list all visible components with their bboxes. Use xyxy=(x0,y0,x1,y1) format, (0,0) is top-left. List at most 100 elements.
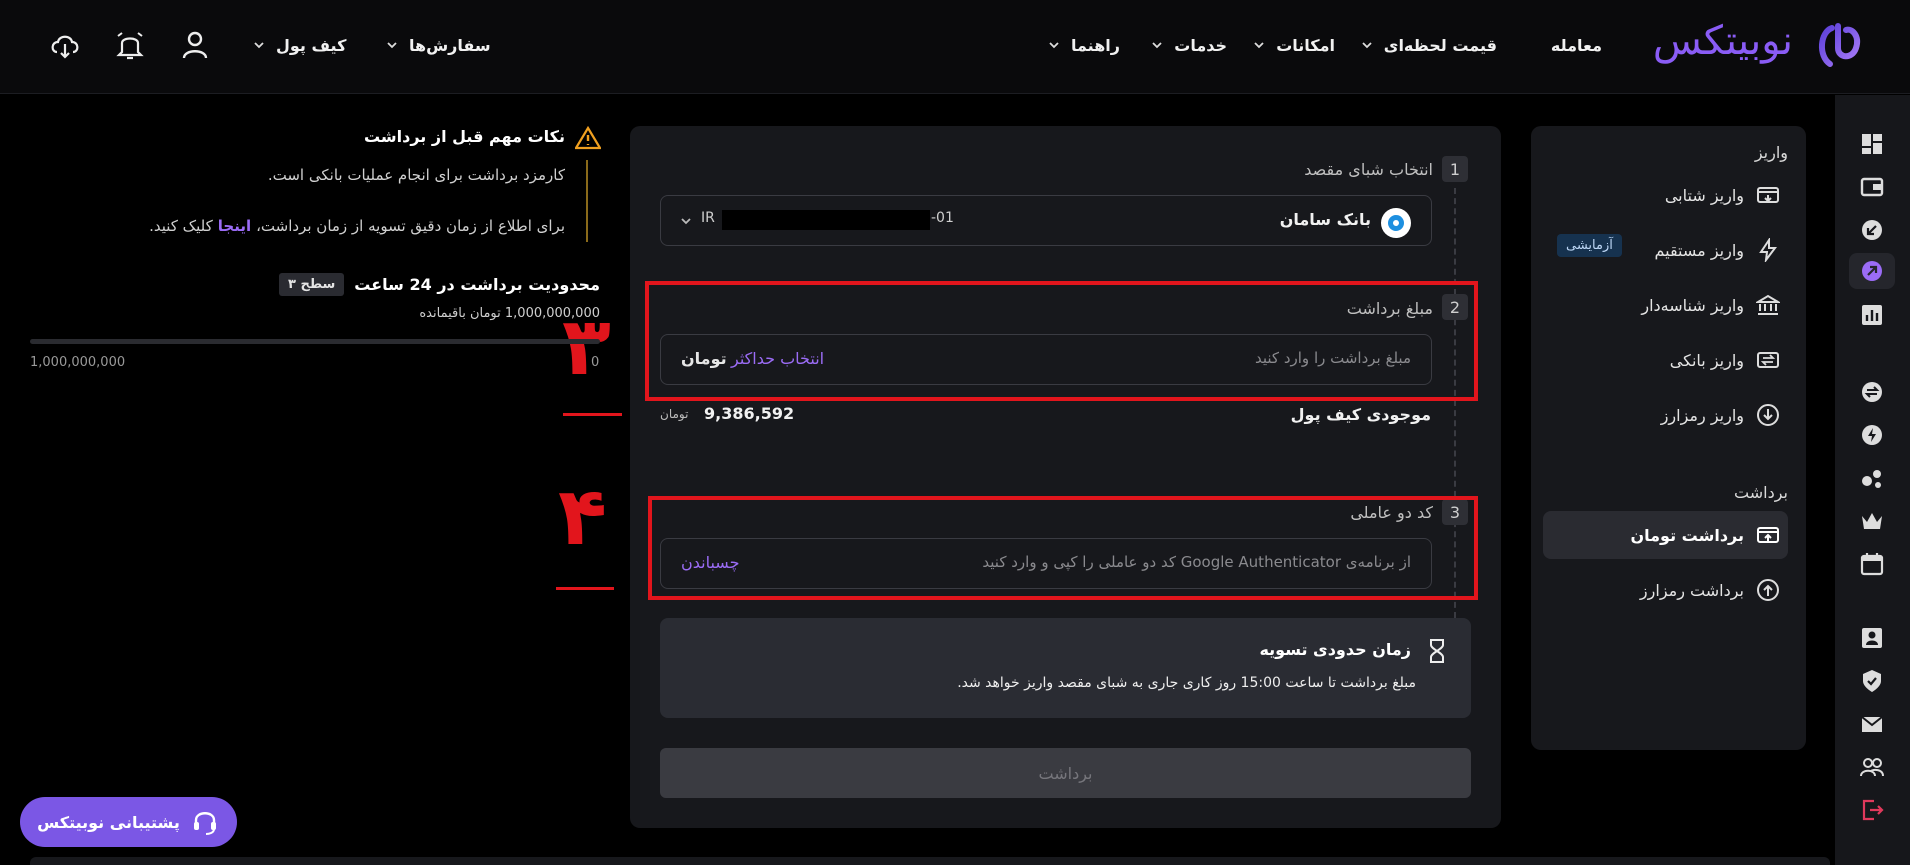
download-app-icon[interactable] xyxy=(48,28,82,62)
annotation-underline xyxy=(556,587,614,590)
profile-card-icon[interactable] xyxy=(1859,625,1885,651)
mail-icon[interactable] xyxy=(1859,711,1885,737)
wallet-balance-value: 9,386,592 xyxy=(704,404,795,423)
exchange-icon[interactable] xyxy=(1859,379,1885,405)
info-line-2: برای اطلاع از زمان دقیق تسویه از زمان بر… xyxy=(149,217,565,235)
info-accent-bar xyxy=(586,160,588,242)
logo-icon[interactable] xyxy=(1812,18,1868,74)
dashboard-icon[interactable] xyxy=(1859,131,1885,157)
support-button[interactable]: پشتیبانی نوبیتکس xyxy=(20,797,237,847)
nav-price[interactable]: قیمت لحظه‌ای xyxy=(1360,30,1497,60)
nav-wallet-label: کیف پول xyxy=(276,35,347,55)
bell-icon[interactable] xyxy=(113,28,147,62)
limit-progress-bar xyxy=(30,339,600,344)
nav-orders-label: سفارش‌ها xyxy=(409,35,491,55)
chevron-down-icon xyxy=(1254,42,1264,49)
molecule-icon[interactable] xyxy=(1859,465,1885,491)
card-deposit-icon xyxy=(1757,187,1779,203)
level-badge: سطح ۳ xyxy=(279,273,345,296)
sidebar-item-label: واریز شناسه‌دار xyxy=(1641,295,1744,315)
sidebar-item-fast-deposit[interactable]: واریز شتابی xyxy=(1543,171,1788,219)
nav-trade[interactable]: معامله xyxy=(1551,30,1602,60)
settlement-text: مبلغ برداشت تا ساعت 15:00 روز کاری جاری … xyxy=(957,675,1416,691)
nav-features-label: امکانات xyxy=(1276,35,1335,55)
nav-guide[interactable]: راهنما xyxy=(1047,30,1120,60)
iban-select[interactable]: بانک سامان -01 IR xyxy=(660,195,1432,246)
wallet-icon[interactable] xyxy=(1859,174,1885,200)
nav-features[interactable]: امکانات xyxy=(1252,30,1335,60)
deposit-section-title: واریز xyxy=(1754,143,1788,162)
withdraw-arrow-icon[interactable] xyxy=(1849,253,1895,289)
nav-wallet[interactable]: کیف پول xyxy=(252,30,346,60)
download-circle-icon xyxy=(1757,404,1779,426)
wallet-balance-unit: تومان xyxy=(660,407,689,421)
info-line-1: کارمزد برداشت برای انجام عملیات بانکی اس… xyxy=(267,166,565,184)
step-number: 1 xyxy=(1442,156,1468,182)
bank-icon xyxy=(1756,294,1780,315)
withdraw-limit-header: محدودیت برداشت در 24 ساعت سطح ۳ xyxy=(279,273,600,296)
top-header: نوبیتکس معامله قیمت لحظه‌ای امکانات خدما… xyxy=(0,0,1910,94)
user-icon[interactable] xyxy=(178,28,212,62)
annotation-box-2fa xyxy=(648,496,1478,600)
nav-guide-label: راهنما xyxy=(1070,35,1120,55)
sidebar-item-toman-withdraw[interactable]: برداشت تومان xyxy=(1543,511,1788,559)
sidebar-item-bank-deposit[interactable]: واریز بانکی xyxy=(1543,336,1788,384)
crown-icon[interactable] xyxy=(1859,508,1885,534)
footer-edge xyxy=(30,857,1830,865)
warning-icon xyxy=(575,126,601,150)
limit-max: 1,000,000,000 xyxy=(30,355,126,370)
wallet-balance-label: موجودی کیف پول xyxy=(1290,405,1431,424)
hourglass-icon xyxy=(1430,639,1444,663)
chevron-down-icon xyxy=(1362,42,1372,49)
limit-title: محدودیت برداشت در 24 ساعت xyxy=(354,275,600,294)
sidebar-item-label: واریز مستقیم xyxy=(1654,240,1744,260)
chevron-down-icon xyxy=(1049,42,1059,49)
shield-check-icon[interactable] xyxy=(1859,668,1885,694)
beta-badge: آزمایشی xyxy=(1557,234,1622,257)
limit-remaining: 1,000,000,000 تومان باقیمانده xyxy=(419,306,600,321)
chevron-down-icon xyxy=(1152,42,1162,49)
sidebar-item-crypto-withdraw[interactable]: برداشت رمزارز xyxy=(1543,566,1788,614)
info-here-link[interactable]: اینجا xyxy=(218,217,251,235)
sidebar-item-label: واریز بانکی xyxy=(1669,350,1744,370)
nav-trade-label: معامله xyxy=(1550,35,1602,55)
nav-services-label: خدمات xyxy=(1174,35,1227,55)
info-title: نکات مهم قبل از برداشت xyxy=(363,127,565,146)
icon-rail xyxy=(1835,95,1910,865)
withdraw-section-title: برداشت xyxy=(1734,483,1788,502)
iban-prefix: IR xyxy=(701,210,715,226)
settlement-title: زمان حدودی تسویه xyxy=(1259,640,1411,659)
sidebar-item-crypto-deposit[interactable]: واریز رمزارز xyxy=(1543,391,1788,439)
iban-suffix: -01 xyxy=(931,210,954,226)
lightning-icon[interactable] xyxy=(1859,422,1885,448)
support-label: پشتیبانی نوبیتکس xyxy=(37,812,180,832)
logo-text[interactable]: نوبیتکس xyxy=(1653,18,1793,64)
headset-icon xyxy=(193,812,216,835)
logout-icon[interactable] xyxy=(1859,797,1885,823)
info-line-2-prefix: برای اطلاع از زمان دقیق تسویه از زمان بر… xyxy=(256,217,565,235)
bank-name: بانک سامان xyxy=(1279,210,1371,229)
annotation-underline xyxy=(563,413,622,416)
side-menu: واریز واریز شتابی واریز مستقیم آزمایشی و… xyxy=(1531,126,1806,750)
chevron-down-icon xyxy=(254,42,264,49)
sidebar-item-label: واریز شتابی xyxy=(1664,185,1744,205)
sidebar-item-id-deposit[interactable]: واریز شناسه‌دار xyxy=(1543,281,1788,329)
card-withdraw-icon xyxy=(1757,527,1779,543)
withdraw-submit-button[interactable]: برداشت xyxy=(660,748,1471,798)
users-icon[interactable] xyxy=(1859,754,1885,780)
chevron-down-icon xyxy=(387,42,397,49)
nav-services[interactable]: خدمات xyxy=(1150,30,1227,60)
step-label: انتخاب شبای مقصد xyxy=(1304,160,1433,179)
upload-circle-icon xyxy=(1757,579,1779,601)
calendar-icon[interactable] xyxy=(1859,551,1885,577)
annotation-box-amount xyxy=(645,281,1478,401)
bank-saman-logo xyxy=(1381,208,1411,238)
deposit-arrow-icon[interactable] xyxy=(1859,217,1885,243)
info-line-2-suffix: کلیک کنید. xyxy=(149,217,213,235)
sidebar-item-label: برداشت تومان xyxy=(1630,525,1744,545)
nav-orders[interactable]: سفارش‌ها xyxy=(385,30,491,60)
limit-min: 0 xyxy=(591,355,600,370)
sidebar-item-label: واریز رمزارز xyxy=(1660,405,1744,425)
report-icon[interactable] xyxy=(1859,302,1885,328)
lightning-icon xyxy=(1759,238,1777,262)
